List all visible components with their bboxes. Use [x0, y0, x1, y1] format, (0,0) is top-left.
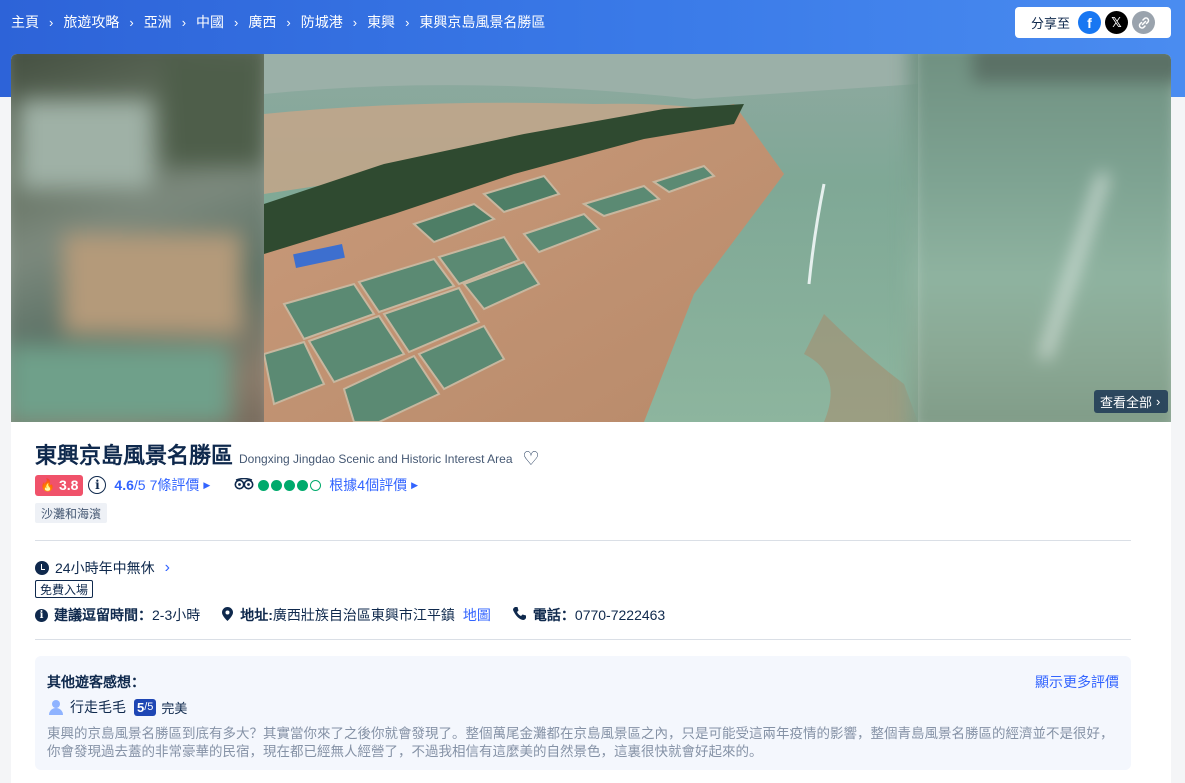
- breadcrumb-home[interactable]: 主頁: [11, 12, 39, 32]
- review-author: 行走毛毛 5 /5 完美: [49, 697, 187, 717]
- address-info: 地址: 廣西壯族自治區東興市江平鎮 地圖: [222, 605, 491, 625]
- x-icon[interactable]: 𝕏: [1105, 11, 1129, 34]
- opening-hours[interactable]: 24小時年中無休 ›: [35, 558, 170, 578]
- chevron-right-icon: ›: [49, 14, 54, 30]
- chevron-right-icon: ›: [181, 14, 187, 30]
- link-icon[interactable]: [1132, 11, 1156, 34]
- page-title: 東興京島風景名勝區: [35, 443, 234, 468]
- address-value: 廣西壯族自治區東興市江平鎮: [272, 607, 455, 623]
- review-rating-value: 5: [137, 699, 145, 715]
- share-panel: 分享至 f 𝕏: [1015, 7, 1171, 38]
- gallery-left-photo[interactable]: [11, 54, 280, 422]
- breadcrumb-travel-guide[interactable]: 旅遊攻略: [63, 12, 119, 32]
- tripadvisor-owl-icon: [234, 477, 254, 493]
- rating-bubble-empty: [310, 479, 322, 491]
- review-rating-word: 完美: [161, 700, 188, 716]
- divider: [35, 540, 1131, 541]
- breadcrumb-china[interactable]: 中國: [196, 12, 224, 32]
- rating-bubble-filled: [271, 479, 283, 491]
- heart-icon[interactable]: ♡: [523, 448, 540, 471]
- breadcrumb-dongxing[interactable]: 東興: [367, 12, 395, 32]
- info-row: i 建議逗留時間： 2-3小時 地址: 廣西壯族自治區東興市江平鎮 地圖 電話：…: [35, 605, 687, 625]
- duration-label: 建議逗留時間：: [54, 607, 152, 623]
- review-text: 東興的京島風景名勝區到底有多大？其實當你來了之後你就會發現了。整個萬尾金灘都在京…: [47, 726, 1114, 759]
- rating-bubble-filled: [258, 479, 270, 491]
- title-row: 東興京島風景名勝區 Dongxing Jingdao Scenic and Hi…: [35, 438, 540, 470]
- hours-text: 24小時年中無休: [55, 560, 155, 576]
- caret-right-icon: ▶: [203, 479, 211, 490]
- chevron-right-icon: ›: [405, 14, 410, 30]
- review-score-outof: /5: [133, 477, 146, 493]
- info-icon[interactable]: i: [88, 476, 107, 494]
- chevron-right-icon[interactable]: ›: [165, 559, 170, 577]
- address-label: 地址:: [240, 607, 273, 623]
- gallery-right-photo[interactable]: [907, 54, 1171, 422]
- review-score: 4.6: [114, 477, 134, 493]
- chevron-right-icon: ›: [129, 14, 134, 30]
- reviews-heading: 其他遊客感想：: [47, 674, 145, 690]
- phone-label: 電話：: [532, 607, 575, 623]
- hot-score-value: 3.8: [58, 477, 79, 493]
- photo-gallery[interactable]: [11, 54, 1171, 422]
- reviews-panel: 其他遊客感想： 顯示更多評價 行走毛毛 5 /5 完美 東興的京島風景名勝區到底…: [35, 656, 1131, 770]
- view-all-label: 查看全部: [1100, 395, 1153, 410]
- review-count-link[interactable]: 7條評價: [150, 475, 200, 495]
- breadcrumb-current: 東興京島風景名勝區: [419, 14, 546, 30]
- phone-icon: [512, 607, 526, 623]
- show-more-reviews-link[interactable]: 顯示更多評價: [1035, 672, 1119, 692]
- breadcrumb: 主頁 › 旅遊攻略 › 亞洲 › 中國 › 廣西 › 防城港 › 東興 › 東興…: [11, 12, 545, 32]
- page-subtitle: Dongxing Jingdao Scenic and Historic Int…: [239, 452, 513, 466]
- attraction-card: 查看全部 › 東興京島風景名勝區 Dongxing Jingdao Scenic…: [11, 54, 1171, 783]
- hot-score-badge: 🔥 3.8: [35, 474, 84, 496]
- phone-value: 0770-7222463: [574, 607, 666, 623]
- share-label: 分享至: [1031, 16, 1071, 31]
- rating-row: 🔥 3.8 i 4.6 /5 7條評價 ▶ 根據4個評價 ▶: [35, 474, 418, 496]
- chevron-right-icon: ›: [234, 14, 239, 30]
- tripadvisor-rating: 根據4個評價 ▶: [234, 475, 418, 495]
- view-all-photos-button[interactable]: 查看全部 ›: [1094, 390, 1169, 413]
- breadcrumb-guangxi[interactable]: 廣西: [248, 12, 276, 32]
- duration-value: 2-3小時: [152, 607, 201, 623]
- review-rating-badge: 5 /5: [134, 698, 157, 716]
- review-rating-outof: /5: [144, 701, 154, 713]
- free-entry-badge: 免費入場: [35, 580, 94, 598]
- phone-info: 電話： 0770-7222463: [512, 605, 666, 625]
- caret-right-icon: ▶: [411, 479, 419, 490]
- flame-icon: 🔥: [40, 478, 55, 492]
- map-link[interactable]: 地圖: [463, 605, 491, 625]
- chevron-right-icon: ›: [286, 14, 291, 30]
- chevron-right-icon: ›: [1156, 394, 1161, 409]
- clock-icon: [35, 561, 49, 575]
- location-pin-icon: [222, 606, 234, 624]
- rating-bubble-filled: [284, 479, 296, 491]
- breadcrumb-asia[interactable]: 亞洲: [144, 12, 172, 32]
- category-tag[interactable]: 沙灘和海濱: [35, 503, 108, 523]
- chevron-right-icon: ›: [352, 14, 358, 30]
- rating-bubble-filled: [297, 479, 309, 491]
- avatar-icon: [49, 699, 63, 715]
- facebook-icon[interactable]: f: [1078, 11, 1102, 34]
- breadcrumb-fangchenggang[interactable]: 防城港: [301, 12, 343, 32]
- tripadvisor-review-link[interactable]: 根據4個評價: [329, 475, 407, 495]
- divider: [35, 639, 1131, 640]
- gallery-main-photo[interactable]: [264, 54, 918, 422]
- duration-info: i 建議逗留時間： 2-3小時: [35, 605, 200, 625]
- info-icon: i: [35, 608, 48, 622]
- review-author-name: 行走毛毛: [70, 699, 126, 715]
